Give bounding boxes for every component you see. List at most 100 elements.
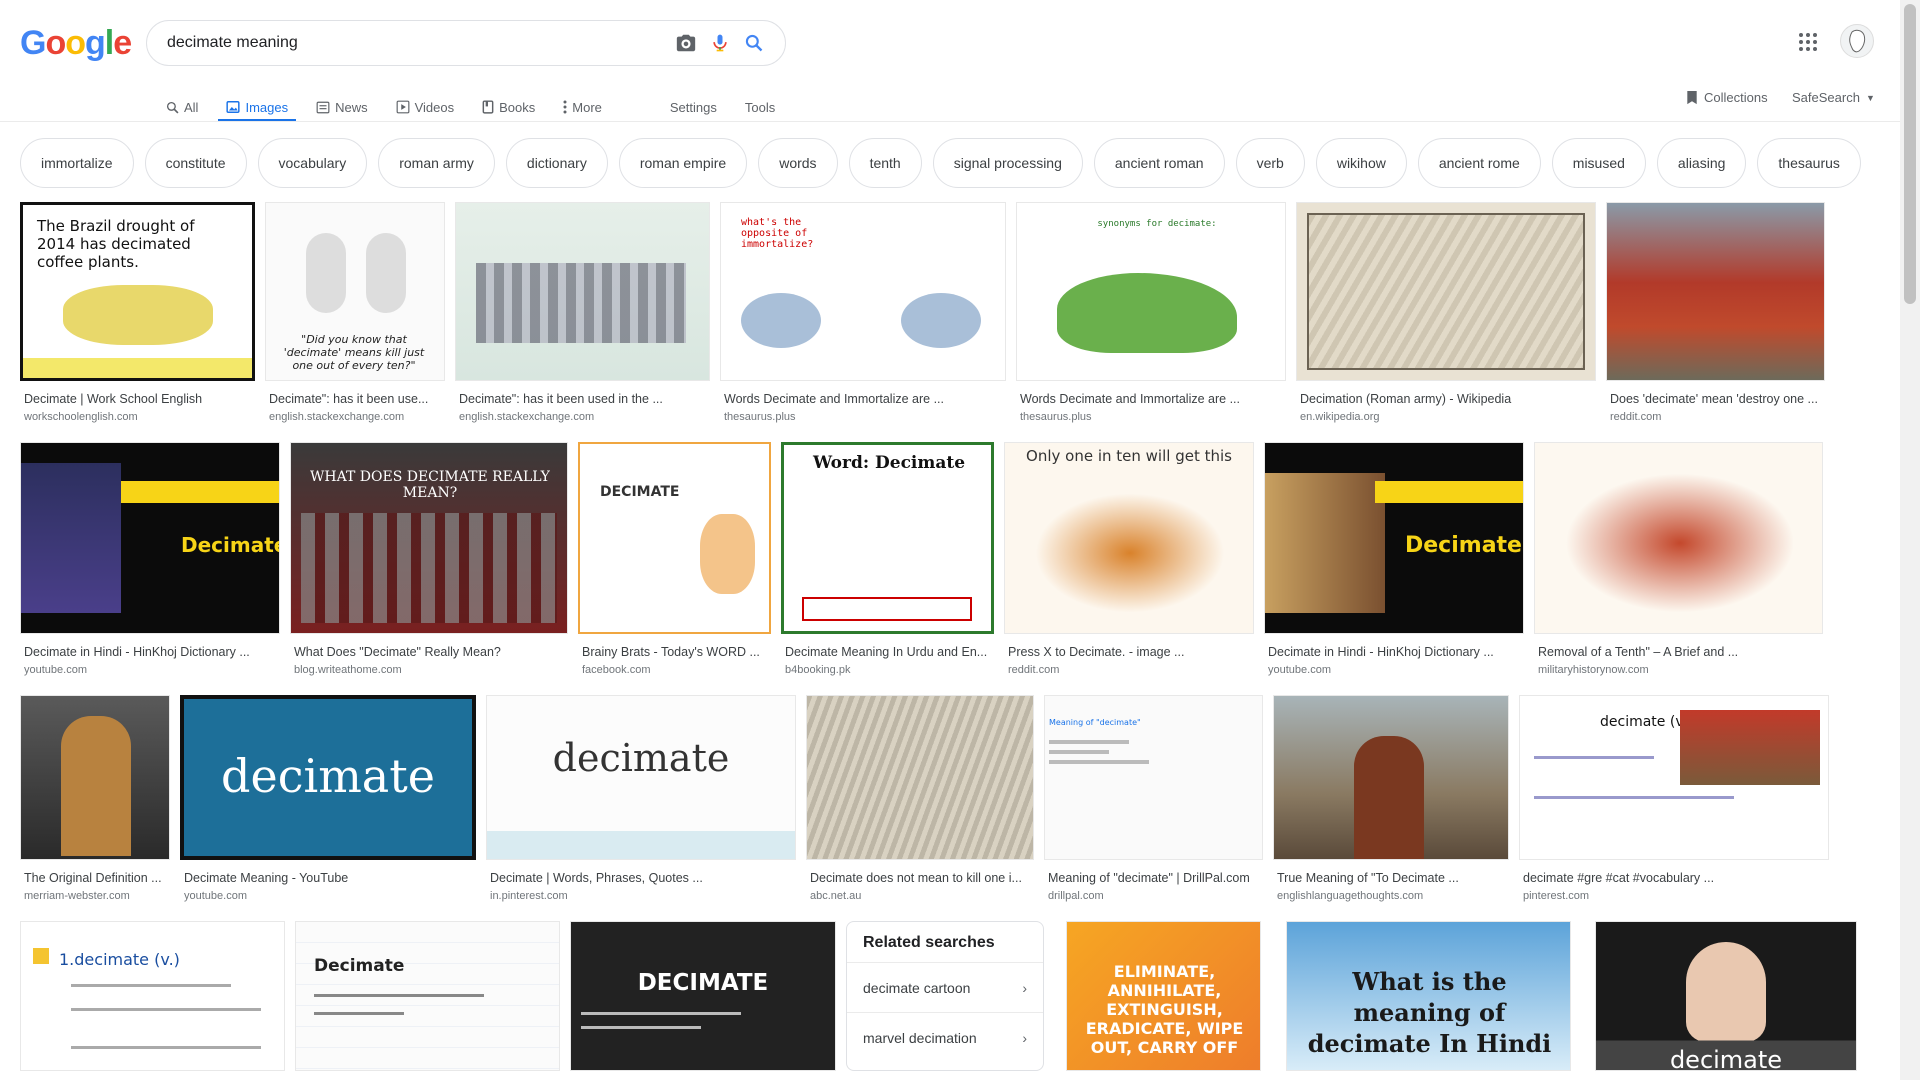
settings-link[interactable]: Settings bbox=[670, 90, 717, 122]
thumb-caption: 1.decimate (v.) bbox=[59, 950, 180, 969]
logo-letter: o bbox=[45, 24, 66, 62]
result-caption: What Does "Decimate" Really Mean? bbox=[294, 645, 501, 659]
image-result[interactable]: decimate (v) decimate #gre #cat #vocabul… bbox=[1519, 695, 1829, 903]
result-thumbnail: DECIMATE bbox=[570, 921, 836, 1071]
result-thumbnail bbox=[455, 202, 710, 381]
tab-videos[interactable]: Videos bbox=[396, 90, 455, 122]
google-logo[interactable]: Google bbox=[20, 24, 132, 63]
image-result[interactable]: Does 'decimate' mean 'destroy one ... red… bbox=[1606, 202, 1825, 424]
tab-label: Videos bbox=[414, 99, 455, 115]
result-thumbnail: decimate bbox=[180, 695, 476, 860]
result-thumbnail: decimate bbox=[1595, 921, 1857, 1071]
tab-books[interactable]: Books bbox=[482, 90, 535, 122]
search-icon[interactable] bbox=[737, 26, 771, 60]
image-result[interactable]: Decimate": has it been used in the ... en… bbox=[455, 202, 710, 424]
tab-news[interactable]: News bbox=[316, 90, 368, 122]
image-result[interactable]: decimate Decimate | Words, Phrases, Quot… bbox=[486, 695, 796, 903]
thumb-caption: "Did you know that 'decimate' means kill… bbox=[283, 333, 425, 372]
camera-icon[interactable] bbox=[669, 26, 703, 60]
video-icon bbox=[396, 100, 410, 114]
thumb-caption: synonyms for decimate: bbox=[1097, 219, 1217, 229]
tools-link[interactable]: Tools bbox=[745, 90, 775, 122]
chip[interactable]: misused bbox=[1551, 138, 1646, 188]
result-caption: Decimate | Words, Phrases, Quotes ... bbox=[490, 871, 703, 885]
image-icon bbox=[226, 101, 241, 113]
tab-all[interactable]: All bbox=[166, 90, 198, 122]
image-result[interactable]: Word: Decimate Decimate Meaning In Urdu … bbox=[781, 442, 994, 677]
related-item[interactable]: marvel decimation › bbox=[847, 1012, 1043, 1062]
image-result[interactable]: Decimate Decimate in Hindi - HinKhoj Dic… bbox=[20, 442, 280, 677]
thumb-caption: Decimate bbox=[314, 956, 405, 976]
chip[interactable]: immortalize bbox=[20, 138, 134, 188]
image-result[interactable]: synonyms for decimate: Words Decimate an… bbox=[1016, 202, 1286, 424]
image-result[interactable]: Meaning of "decimate" Meaning of "decima… bbox=[1044, 695, 1263, 903]
image-result[interactable]: The Brazil drought of 2014 has decimated… bbox=[20, 202, 255, 424]
result-source: facebook.com bbox=[582, 664, 651, 676]
related-item[interactable]: decimate cartoon › bbox=[847, 962, 1043, 1012]
result-thumbnail bbox=[1296, 202, 1596, 381]
chip[interactable]: roman empire bbox=[618, 138, 748, 188]
tab-more[interactable]: More bbox=[563, 90, 602, 122]
scrollbar-thumb[interactable] bbox=[1904, 4, 1916, 304]
chip[interactable]: roman army bbox=[378, 138, 495, 188]
result-caption: The Original Definition ... bbox=[24, 871, 162, 885]
image-result[interactable]: Removal of a Tenth" – A Brief and ... mil… bbox=[1534, 442, 1823, 677]
chip[interactable]: ancient roman bbox=[1093, 138, 1225, 188]
image-result[interactable]: decimate bbox=[1595, 921, 1857, 1071]
image-result[interactable]: 1.decimate (v.) bbox=[20, 921, 285, 1071]
search-input[interactable] bbox=[167, 34, 669, 52]
chip[interactable]: constitute bbox=[144, 138, 247, 188]
book-icon bbox=[482, 100, 494, 114]
image-result[interactable]: Decimation (Roman army) - Wikipedia en.wi… bbox=[1296, 202, 1596, 424]
avatar[interactable] bbox=[1840, 24, 1874, 58]
chip[interactable]: words bbox=[758, 138, 838, 188]
result-caption: Decimate does not mean to kill one i... bbox=[810, 871, 1022, 885]
tab-label: Images bbox=[245, 99, 289, 115]
thumb-caption: Decimate bbox=[181, 533, 280, 557]
image-result[interactable]: True Meaning of "To Decimate ... englishl… bbox=[1273, 695, 1509, 903]
search-icon bbox=[166, 101, 179, 113]
chip[interactable]: vocabulary bbox=[257, 138, 368, 188]
image-result[interactable]: Decimate bbox=[295, 921, 560, 1071]
chip[interactable]: dictionary bbox=[505, 138, 608, 188]
image-result[interactable]: DECIMATE bbox=[570, 921, 836, 1071]
image-result[interactable]: DECIMATE Brainy Brats - Today's WORD ...… bbox=[578, 442, 771, 677]
image-result[interactable]: The Original Definition ... merriam-webst… bbox=[20, 695, 170, 903]
image-result[interactable]: what's the opposite of immortalize? Word… bbox=[720, 202, 1006, 424]
result-thumbnail: Decimate bbox=[20, 442, 280, 634]
chip[interactable]: wikihow bbox=[1315, 138, 1407, 188]
page-scrollbar[interactable] bbox=[1900, 0, 1920, 1080]
chip[interactable]: tenth bbox=[848, 138, 922, 188]
image-result[interactable]: What is the meaning of decimate In Hindi bbox=[1286, 921, 1571, 1071]
header-divider bbox=[0, 121, 1920, 122]
logo-letter: g bbox=[85, 24, 106, 62]
result-thumbnail: what's the opposite of immortalize? bbox=[720, 202, 1006, 381]
image-result[interactable]: "Did you know that 'decimate' means kill… bbox=[265, 202, 445, 424]
image-result[interactable]: Only one in ten will get this Press X to… bbox=[1004, 442, 1254, 677]
thumb-caption: DECIMATE bbox=[637, 970, 769, 996]
image-result[interactable]: Decimate Decimate in Hindi - HinKhoj Dic… bbox=[1264, 442, 1524, 677]
thumb-caption: Decimate bbox=[1405, 533, 1522, 558]
safesearch-menu[interactable]: SafeSearch ▼ bbox=[1792, 90, 1875, 105]
result-source: englishlanguagethoughts.com bbox=[1277, 890, 1424, 902]
chip[interactable]: ancient rome bbox=[1417, 138, 1541, 188]
image-result[interactable]: ELIMINATE, ANNIHILATE, EXTINGUISH, ERADI… bbox=[1066, 921, 1261, 1071]
result-thumbnail bbox=[1534, 442, 1823, 634]
image-result[interactable]: WHAT DOES DECIMATE REALLY MEAN? What Doe… bbox=[290, 442, 568, 677]
result-source: pinterest.com bbox=[1523, 890, 1590, 902]
result-thumbnail bbox=[1606, 202, 1825, 381]
chip[interactable]: aliasing bbox=[1656, 138, 1747, 188]
search-tabs: All Images News Videos Books More Settin… bbox=[166, 90, 803, 122]
image-result[interactable]: Decimate does not mean to kill one i... a… bbox=[806, 695, 1034, 903]
mic-icon[interactable] bbox=[703, 26, 737, 60]
result-thumbnail bbox=[1273, 695, 1509, 860]
thumb-caption: what's the opposite of immortalize? bbox=[741, 217, 814, 250]
chip[interactable]: thesaurus bbox=[1757, 138, 1861, 188]
apps-grid-icon[interactable] bbox=[1796, 30, 1820, 54]
chip[interactable]: verb bbox=[1235, 138, 1305, 188]
chip[interactable]: signal processing bbox=[932, 138, 1083, 188]
thumb-caption: WHAT DOES DECIMATE REALLY MEAN? bbox=[310, 469, 550, 501]
tab-images[interactable]: Images bbox=[218, 90, 296, 122]
collections-link[interactable]: Collections bbox=[1686, 90, 1768, 105]
image-result[interactable]: decimate Decimate Meaning - YouTube youtu… bbox=[180, 695, 476, 903]
